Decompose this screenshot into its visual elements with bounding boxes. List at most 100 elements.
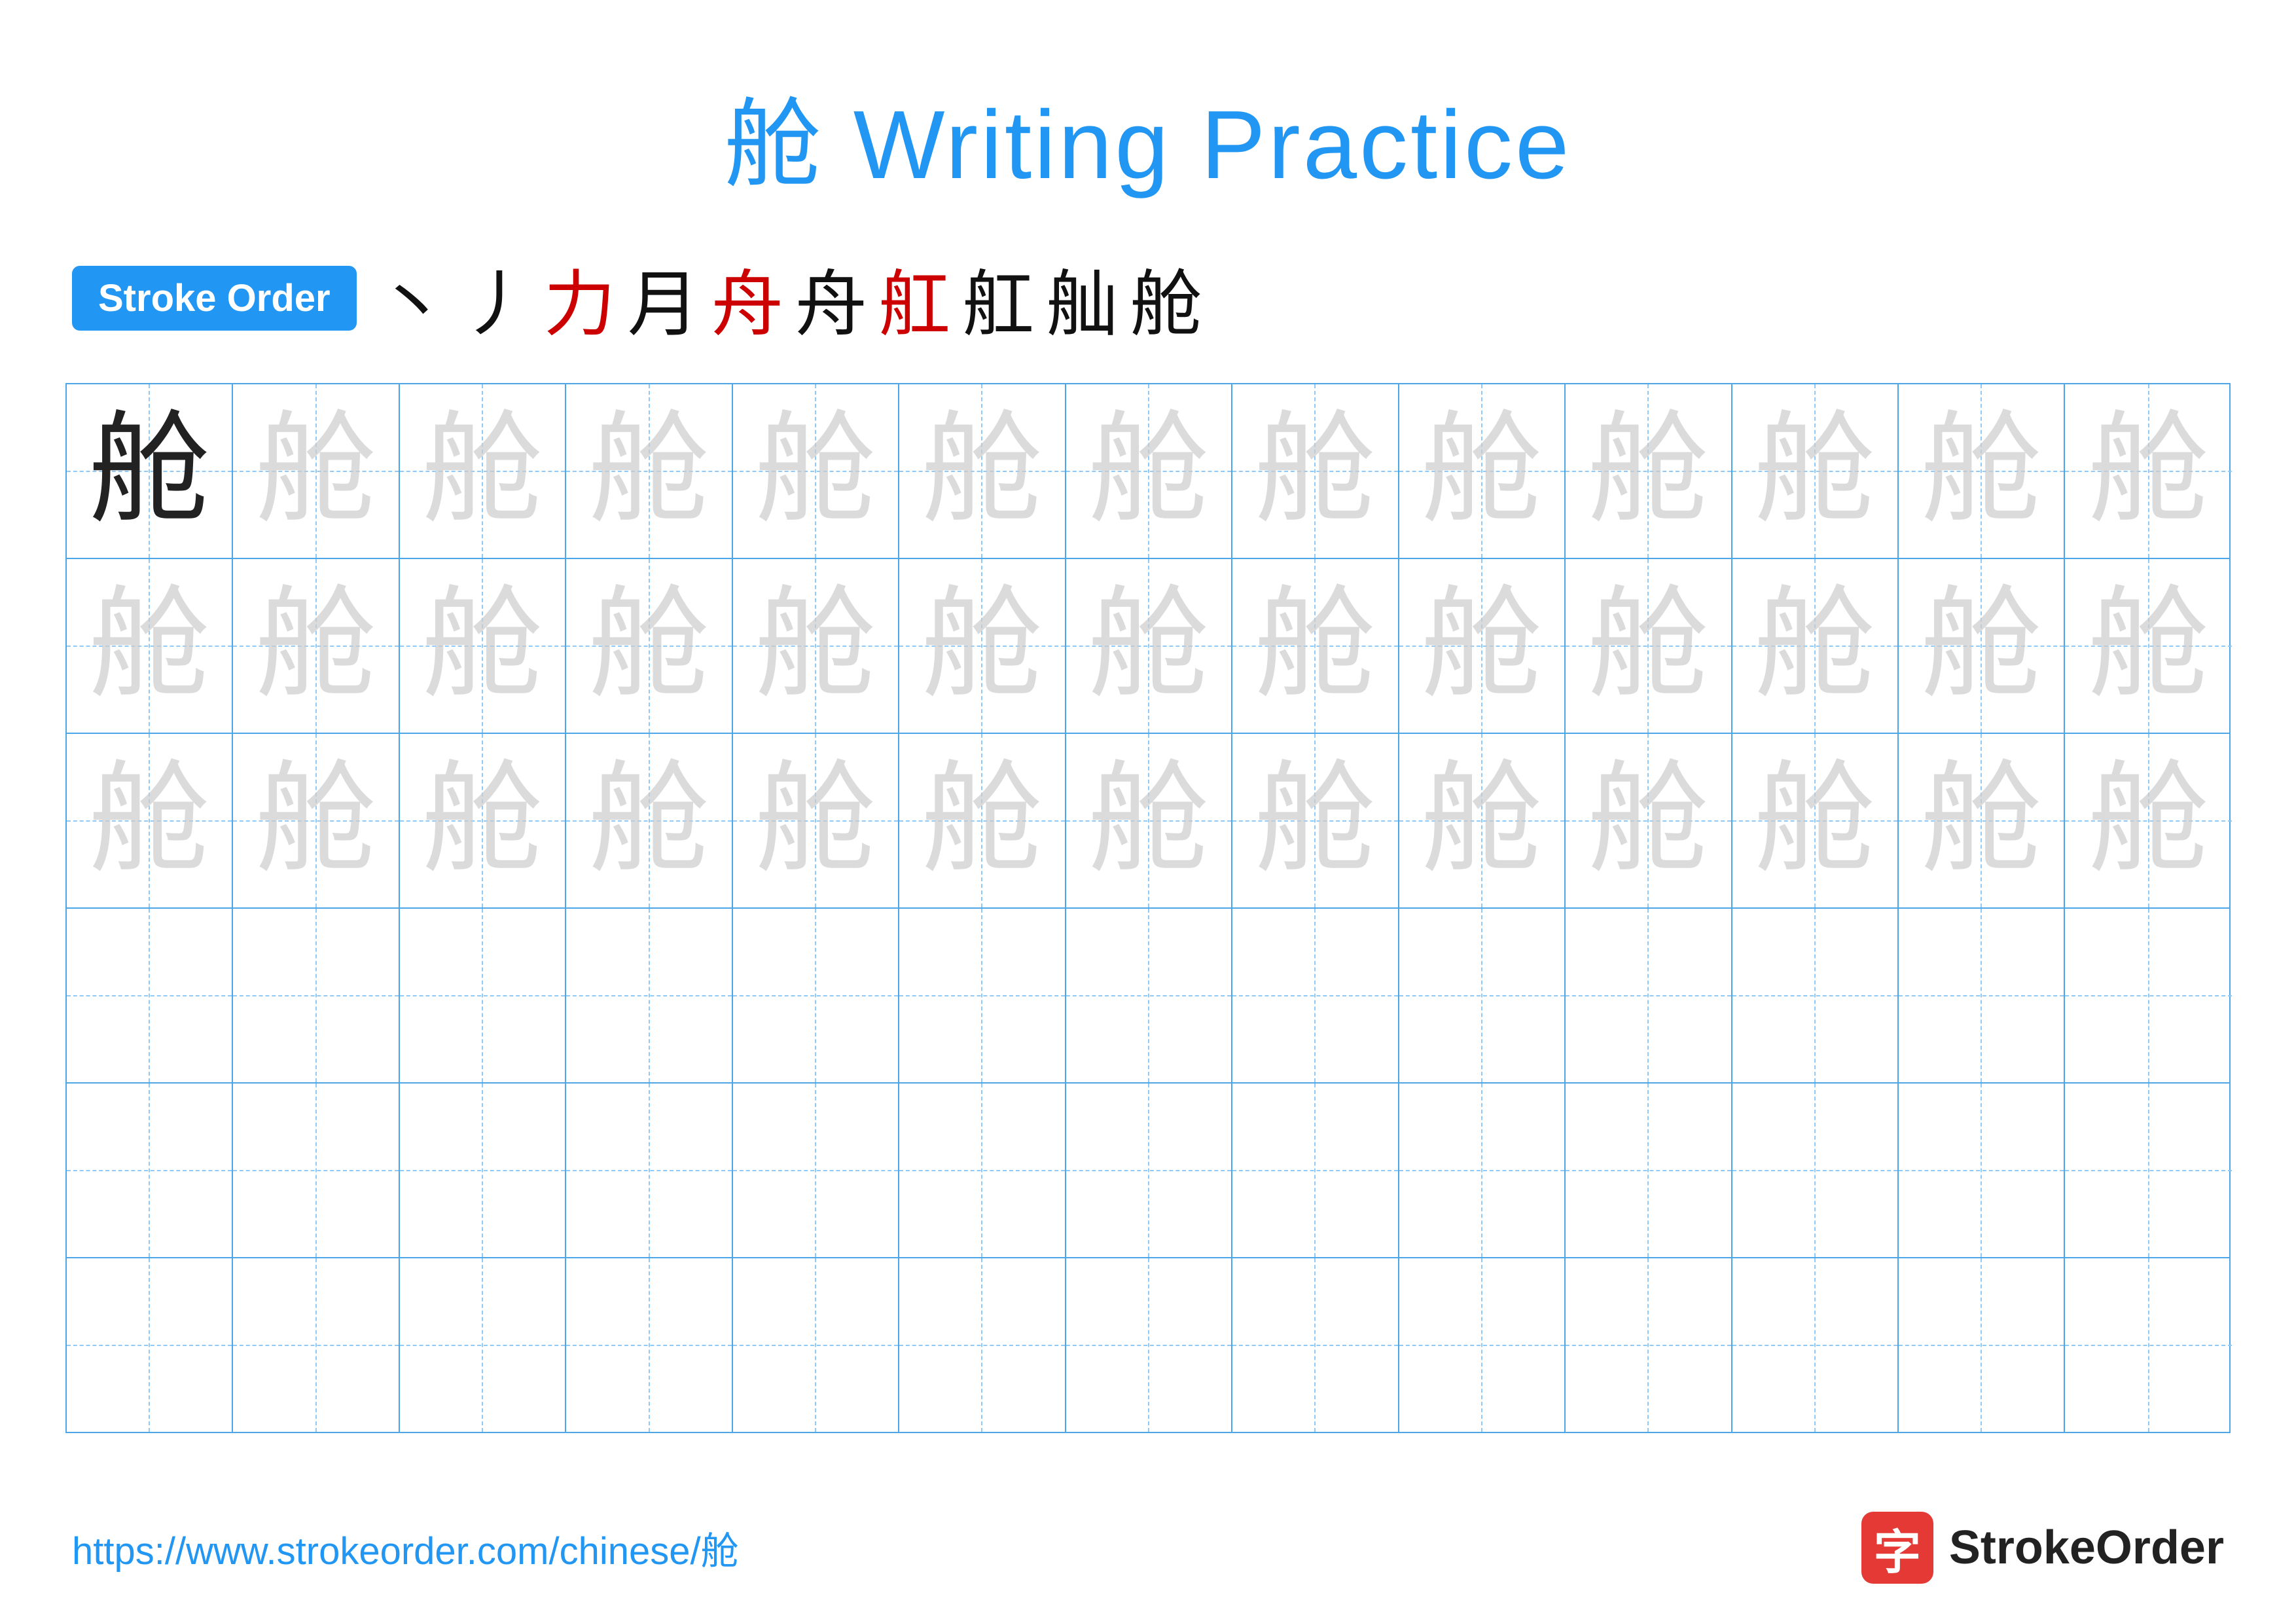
grid-row-2: 舱 舱 舱 舱 舱 舱 舱 舱 舱 舱 舱 舱 舱 xyxy=(67,559,2229,734)
grid-cell-5-11[interactable] xyxy=(1732,1084,1899,1257)
grid-cell-3-5[interactable]: 舱 xyxy=(733,734,899,907)
grid-cell-4-9[interactable] xyxy=(1399,909,1566,1082)
grid-cell-3-3[interactable]: 舱 xyxy=(400,734,566,907)
grid-cell-2-7[interactable]: 舱 xyxy=(1066,559,1232,733)
grid-cell-2-12[interactable]: 舱 xyxy=(1899,559,2065,733)
char-guide: 舱 xyxy=(89,760,210,881)
grid-cell-1-10[interactable]: 舱 xyxy=(1566,384,1732,558)
grid-cell-2-10[interactable]: 舱 xyxy=(1566,559,1732,733)
char-guide: 舱 xyxy=(922,760,1043,881)
grid-cell-4-11[interactable] xyxy=(1732,909,1899,1082)
char-guide: 舱 xyxy=(2088,760,2209,881)
char-guide: 舱 xyxy=(1421,585,1542,706)
grid-cell-4-5[interactable] xyxy=(733,909,899,1082)
grid-cell-6-8[interactable] xyxy=(1232,1258,1399,1432)
grid-cell-3-7[interactable]: 舱 xyxy=(1066,734,1232,907)
char-guide: 舱 xyxy=(755,760,876,881)
grid-cell-3-6[interactable]: 舱 xyxy=(899,734,1066,907)
grid-cell-6-3[interactable] xyxy=(400,1258,566,1432)
grid-cell-2-9[interactable]: 舱 xyxy=(1399,559,1566,733)
grid-cell-6-4[interactable] xyxy=(566,1258,732,1432)
grid-cell-1-7[interactable]: 舱 xyxy=(1066,384,1232,558)
char-display: 舱 xyxy=(89,410,210,532)
grid-cell-3-9[interactable]: 舱 xyxy=(1399,734,1566,907)
grid-cell-6-11[interactable] xyxy=(1732,1258,1899,1432)
grid-cell-5-10[interactable] xyxy=(1566,1084,1732,1257)
grid-cell-2-8[interactable]: 舱 xyxy=(1232,559,1399,733)
grid-cell-3-8[interactable]: 舱 xyxy=(1232,734,1399,907)
stroke-5: 舟 xyxy=(711,246,783,350)
grid-cell-5-7[interactable] xyxy=(1066,1084,1232,1257)
grid-cell-3-1[interactable]: 舱 xyxy=(67,734,233,907)
grid-cell-4-13[interactable] xyxy=(2065,909,2231,1082)
grid-cell-1-8[interactable]: 舱 xyxy=(1232,384,1399,558)
grid-cell-1-12[interactable]: 舱 xyxy=(1899,384,2065,558)
grid-cell-3-11[interactable]: 舱 xyxy=(1732,734,1899,907)
title-area: 舱 Writing Practice xyxy=(0,0,2296,246)
grid-cell-5-8[interactable] xyxy=(1232,1084,1399,1257)
char-guide: 舱 xyxy=(422,585,543,706)
grid-cell-5-4[interactable] xyxy=(566,1084,732,1257)
grid-cell-6-1[interactable] xyxy=(67,1258,233,1432)
grid-cell-5-6[interactable] xyxy=(899,1084,1066,1257)
stroke-2: 丿 xyxy=(460,246,532,350)
grid-cell-2-1[interactable]: 舱 xyxy=(67,559,233,733)
grid-cell-5-5[interactable] xyxy=(733,1084,899,1257)
stroke-8: 舡 xyxy=(963,246,1035,350)
grid-cell-1-2[interactable]: 舱 xyxy=(233,384,399,558)
grid-cell-5-2[interactable] xyxy=(233,1084,399,1257)
grid-cell-4-7[interactable] xyxy=(1066,909,1232,1082)
grid-cell-5-9[interactable] xyxy=(1399,1084,1566,1257)
char-guide: 舱 xyxy=(1921,410,2042,532)
grid-cell-3-4[interactable]: 舱 xyxy=(566,734,732,907)
grid-cell-5-3[interactable] xyxy=(400,1084,566,1257)
grid-row-3: 舱 舱 舱 舱 舱 舱 舱 舱 舱 舱 舱 舱 舱 xyxy=(67,734,2229,909)
char-guide: 舱 xyxy=(1255,410,1376,532)
grid-cell-4-8[interactable] xyxy=(1232,909,1399,1082)
grid-cell-6-5[interactable] xyxy=(733,1258,899,1432)
stroke-7: 舡 xyxy=(879,246,951,350)
grid-cell-6-2[interactable] xyxy=(233,1258,399,1432)
grid-cell-4-1[interactable] xyxy=(67,909,233,1082)
grid-cell-1-11[interactable]: 舱 xyxy=(1732,384,1899,558)
grid-cell-2-3[interactable]: 舱 xyxy=(400,559,566,733)
char-guide: 舱 xyxy=(588,410,709,532)
practice-grid: 舱 舱 舱 舱 舱 舱 舱 舱 舱 舱 舱 舱 舱 舱 舱 舱 舱 舱 舱 舱 … xyxy=(65,383,2231,1433)
grid-cell-3-10[interactable]: 舱 xyxy=(1566,734,1732,907)
grid-cell-1-3[interactable]: 舱 xyxy=(400,384,566,558)
grid-cell-2-6[interactable]: 舱 xyxy=(899,559,1066,733)
grid-cell-3-13[interactable]: 舱 xyxy=(2065,734,2231,907)
grid-cell-1-1[interactable]: 舱 xyxy=(67,384,233,558)
grid-cell-6-7[interactable] xyxy=(1066,1258,1232,1432)
grid-cell-4-2[interactable] xyxy=(233,909,399,1082)
grid-cell-6-12[interactable] xyxy=(1899,1258,2065,1432)
grid-cell-4-4[interactable] xyxy=(566,909,732,1082)
grid-cell-1-13[interactable]: 舱 xyxy=(2065,384,2231,558)
grid-cell-6-10[interactable] xyxy=(1566,1258,1732,1432)
grid-cell-2-5[interactable]: 舱 xyxy=(733,559,899,733)
char-guide: 舱 xyxy=(1921,585,2042,706)
grid-cell-4-3[interactable] xyxy=(400,909,566,1082)
grid-cell-2-13[interactable]: 舱 xyxy=(2065,559,2231,733)
grid-cell-5-13[interactable] xyxy=(2065,1084,2231,1257)
grid-cell-3-2[interactable]: 舱 xyxy=(233,734,399,907)
grid-cell-6-6[interactable] xyxy=(899,1258,1066,1432)
grid-cell-1-9[interactable]: 舱 xyxy=(1399,384,1566,558)
grid-cell-4-12[interactable] xyxy=(1899,909,2065,1082)
grid-cell-5-1[interactable] xyxy=(67,1084,233,1257)
grid-cell-2-4[interactable]: 舱 xyxy=(566,559,732,733)
grid-cell-6-13[interactable] xyxy=(2065,1258,2231,1432)
grid-cell-5-12[interactable] xyxy=(1899,1084,2065,1257)
grid-cell-4-6[interactable] xyxy=(899,909,1066,1082)
grid-cell-3-12[interactable]: 舱 xyxy=(1899,734,2065,907)
website-url[interactable]: https://www.strokeorder.com/chinese/舱 xyxy=(72,1520,739,1575)
grid-cell-1-6[interactable]: 舱 xyxy=(899,384,1066,558)
grid-cell-1-5[interactable]: 舱 xyxy=(733,384,899,558)
grid-cell-2-11[interactable]: 舱 xyxy=(1732,559,1899,733)
stroke-order-row: Stroke Order 丶 丿 力 月 舟 舟 舡 舡 舢 舱 xyxy=(0,246,2296,350)
grid-cell-4-10[interactable] xyxy=(1566,909,1732,1082)
grid-cell-2-2[interactable]: 舱 xyxy=(233,559,399,733)
grid-cell-1-4[interactable]: 舱 xyxy=(566,384,732,558)
grid-cell-6-9[interactable] xyxy=(1399,1258,1566,1432)
stroke-10: 舱 xyxy=(1130,246,1202,350)
